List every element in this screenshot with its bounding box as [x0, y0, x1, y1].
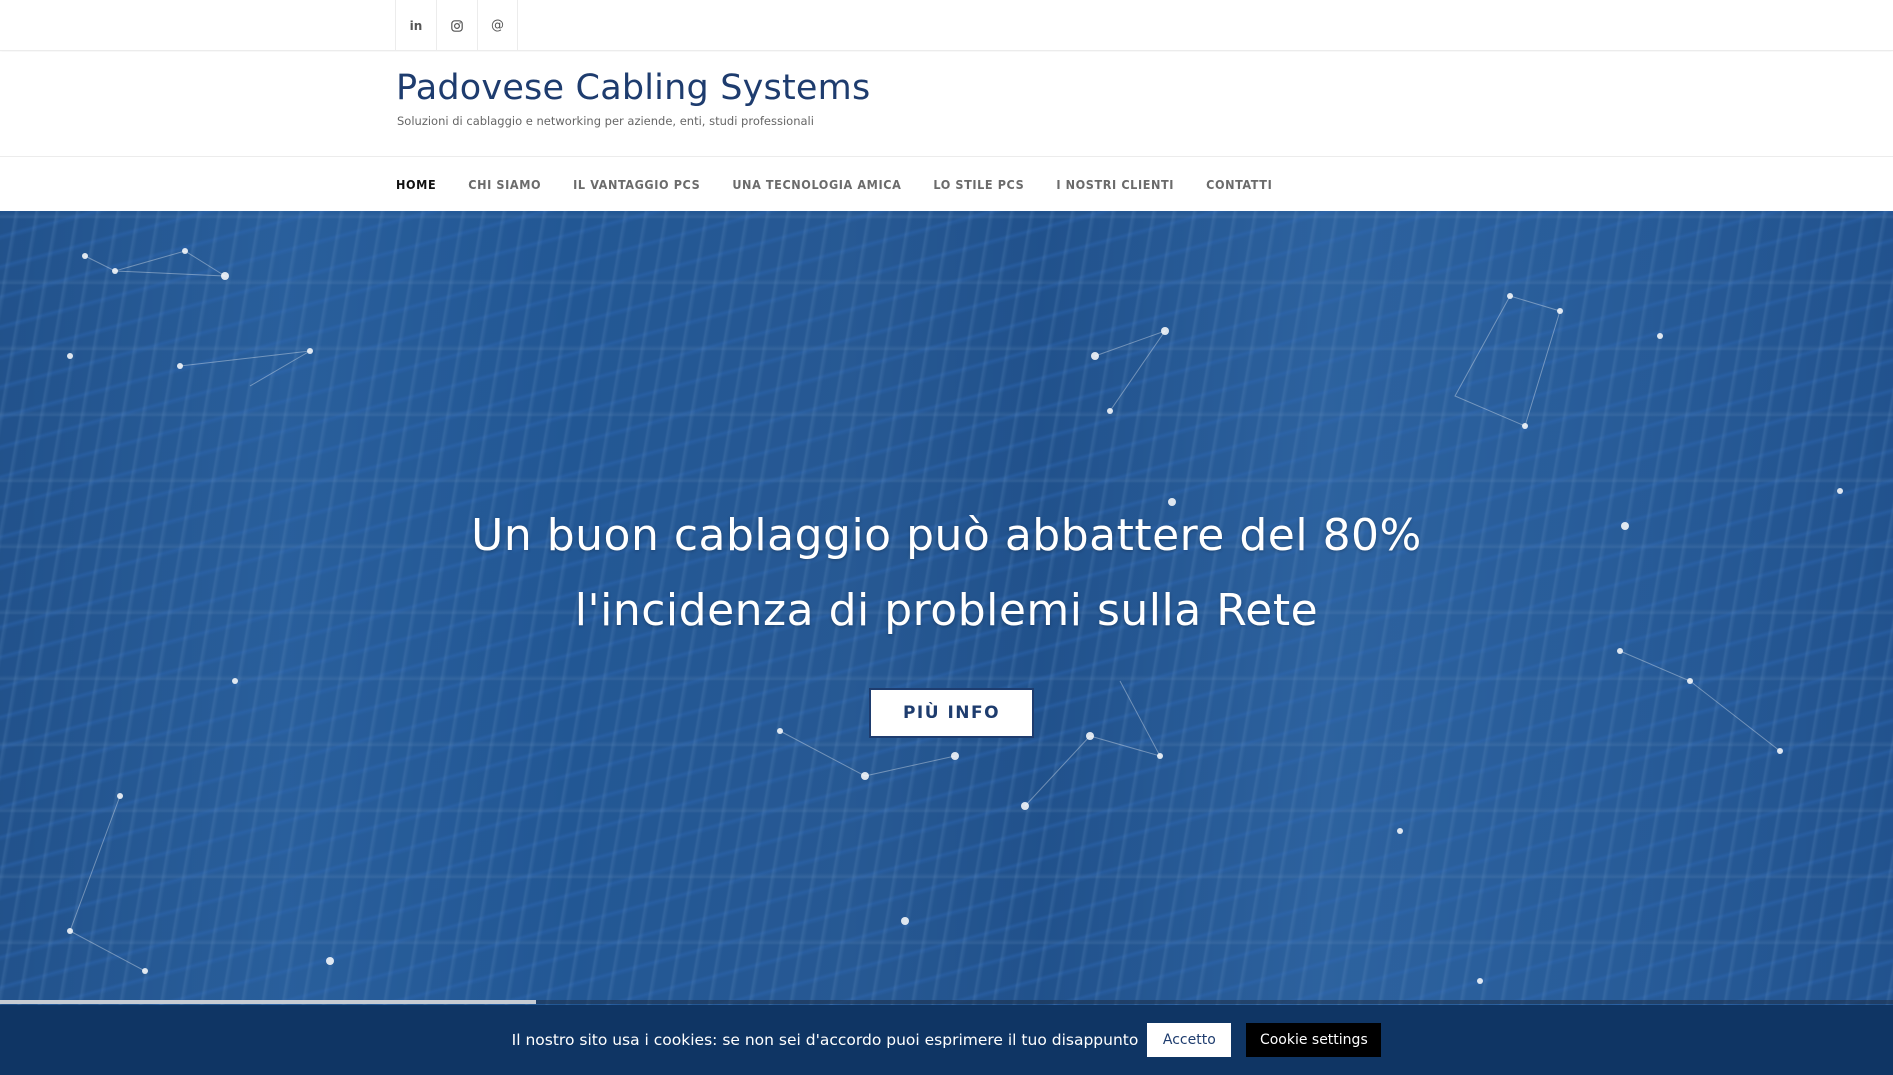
- cookie-settings-button[interactable]: Cookie settings: [1246, 1023, 1382, 1057]
- top-social-bar: in @: [0, 0, 1893, 51]
- site-tagline: Soluzioni di cablaggio e networking per …: [397, 114, 814, 128]
- menu-item-lo-stile-pcs[interactable]: LO STILE PCS: [933, 177, 1024, 192]
- linkedin-icon: in: [409, 18, 423, 33]
- cookie-accept-button[interactable]: Accetto: [1147, 1023, 1232, 1057]
- instagram-icon: [451, 19, 463, 32]
- hero-title-line-2: l'incidenza di problemi sulla Rete: [574, 585, 1319, 636]
- main-navigation: HOME CHI SIAMO IL VANTAGGIO PCS UNA TECN…: [0, 158, 1893, 211]
- instagram-link[interactable]: [436, 0, 477, 51]
- cookie-consent-bar: Il nostro sito usa i cookies: se non sei…: [0, 1005, 1893, 1075]
- hero-title-line-1: Un buon cablaggio può abbattere del 80%: [471, 510, 1422, 561]
- email-link[interactable]: @: [477, 0, 518, 51]
- menu-item-i-nostri-clienti[interactable]: I NOSTRI CLIENTI: [1056, 177, 1174, 192]
- cookie-message: Il nostro sito usa i cookies: se non sei…: [511, 1031, 1139, 1049]
- menu-item-chi-siamo[interactable]: CHI SIAMO: [468, 177, 541, 192]
- email-icon: @: [491, 18, 504, 33]
- menu-item-il-vantaggio-pcs[interactable]: IL VANTAGGIO PCS: [573, 177, 700, 192]
- linkedin-link[interactable]: in: [395, 0, 436, 51]
- menu-item-una-tecnologia-amica[interactable]: UNA TECNOLOGIA AMICA: [732, 177, 901, 192]
- site-title[interactable]: Padovese Cabling Systems: [396, 68, 870, 108]
- menu-item-home[interactable]: HOME: [396, 177, 436, 192]
- slider-progress-fill: [0, 1000, 536, 1004]
- slider-progress-bar: [0, 1000, 1893, 1004]
- hero-slider: Un buon cablaggio può abbattere del 80% …: [0, 211, 1893, 1005]
- site-branding: Padovese Cabling Systems Soluzioni di ca…: [0, 52, 1893, 157]
- more-info-button[interactable]: PIÙ INFO: [869, 688, 1034, 738]
- social-links: in @: [395, 0, 518, 51]
- menu: HOME CHI SIAMO IL VANTAGGIO PCS UNA TECN…: [396, 158, 1304, 211]
- hero-title: Un buon cablaggio può abbattere del 80% …: [0, 498, 1893, 648]
- menu-item-contatti[interactable]: CONTATTI: [1206, 177, 1272, 192]
